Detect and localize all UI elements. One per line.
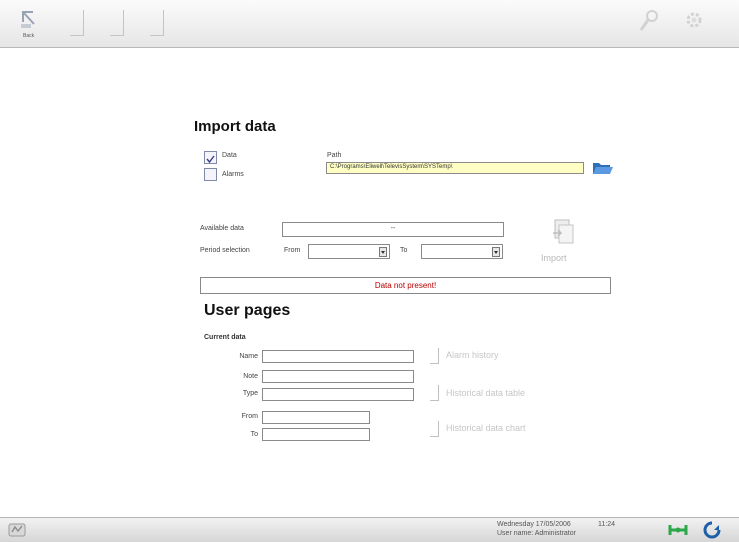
tools-icon[interactable] <box>638 8 660 39</box>
toolbar-slot-1[interactable] <box>70 10 84 36</box>
from-label: From <box>241 413 258 420</box>
alarms-option-label: Alarms <box>222 171 244 178</box>
import-icon <box>553 219 574 244</box>
path-field[interactable]: C:\Programs\Eliwell\TelevisSystem\SYSTem… <box>326 162 584 174</box>
data-option-label: Data <box>222 152 237 159</box>
import-button[interactable]: Import <box>537 215 587 265</box>
available-data-label: Available data <box>200 225 244 232</box>
status-date: Wednesday 17/05/2006 <box>497 521 571 528</box>
period-selection-label: Period selection <box>200 247 250 254</box>
refresh-icon[interactable] <box>703 521 721 542</box>
connection-icon[interactable] <box>668 522 688 542</box>
type-label: Type <box>242 390 258 397</box>
status-message-bar: Data not present! <box>200 277 611 294</box>
import-button-label: Import <box>541 253 567 263</box>
period-to-label: To <box>400 247 408 254</box>
alarm-history-button[interactable] <box>430 348 439 364</box>
status-user: User name: Administrator <box>497 530 576 537</box>
to-field[interactable] <box>262 428 370 441</box>
alarm-history-label[interactable]: Alarm history <box>446 350 499 360</box>
historical-table-label[interactable]: Historical data table <box>446 388 525 398</box>
available-data-value: -- <box>390 225 396 232</box>
status-message: Data not present! <box>374 281 437 290</box>
back-button-label: Back <box>23 33 35 39</box>
historical-chart-label[interactable]: Historical data chart <box>446 423 526 433</box>
back-button[interactable]: Back <box>14 6 44 42</box>
note-label: Note <box>243 373 258 380</box>
historical-table-button[interactable] <box>430 385 439 401</box>
period-from-label: From <box>284 247 301 254</box>
period-to-select[interactable] <box>421 244 503 259</box>
period-from-select[interactable] <box>308 244 390 259</box>
to-label: To <box>250 431 258 438</box>
current-data-label: Current data <box>204 334 246 341</box>
user-pages-title: User pages <box>204 302 291 319</box>
import-data-title: Import data <box>194 118 276 135</box>
note-field[interactable] <box>262 370 414 383</box>
historical-chart-button[interactable] <box>430 421 439 437</box>
toolbar-slot-3[interactable] <box>150 10 164 36</box>
top-toolbar: Back <box>0 0 739 48</box>
name-field[interactable] <box>262 350 414 363</box>
data-checkbox[interactable] <box>204 151 217 164</box>
alarms-checkbox[interactable] <box>204 168 217 181</box>
from-field[interactable] <box>262 411 370 424</box>
dropdown-arrow-icon <box>492 247 500 257</box>
dropdown-arrow-icon <box>379 247 387 257</box>
back-arrow-icon <box>21 11 35 28</box>
status-time: 11:24 <box>598 521 615 528</box>
app-logo-icon <box>8 522 26 542</box>
open-folder-icon[interactable] <box>592 160 614 181</box>
checkmark-icon <box>206 155 215 164</box>
name-label: Name <box>239 353 258 360</box>
settings-icon[interactable] <box>682 8 706 39</box>
available-data-field[interactable]: -- <box>282 222 504 237</box>
toolbar-slot-2[interactable] <box>110 10 124 36</box>
type-field[interactable] <box>262 388 414 401</box>
status-bar: Wednesday 17/05/2006 11:24 User name: Ad… <box>0 517 739 542</box>
path-label: Path <box>327 152 342 159</box>
